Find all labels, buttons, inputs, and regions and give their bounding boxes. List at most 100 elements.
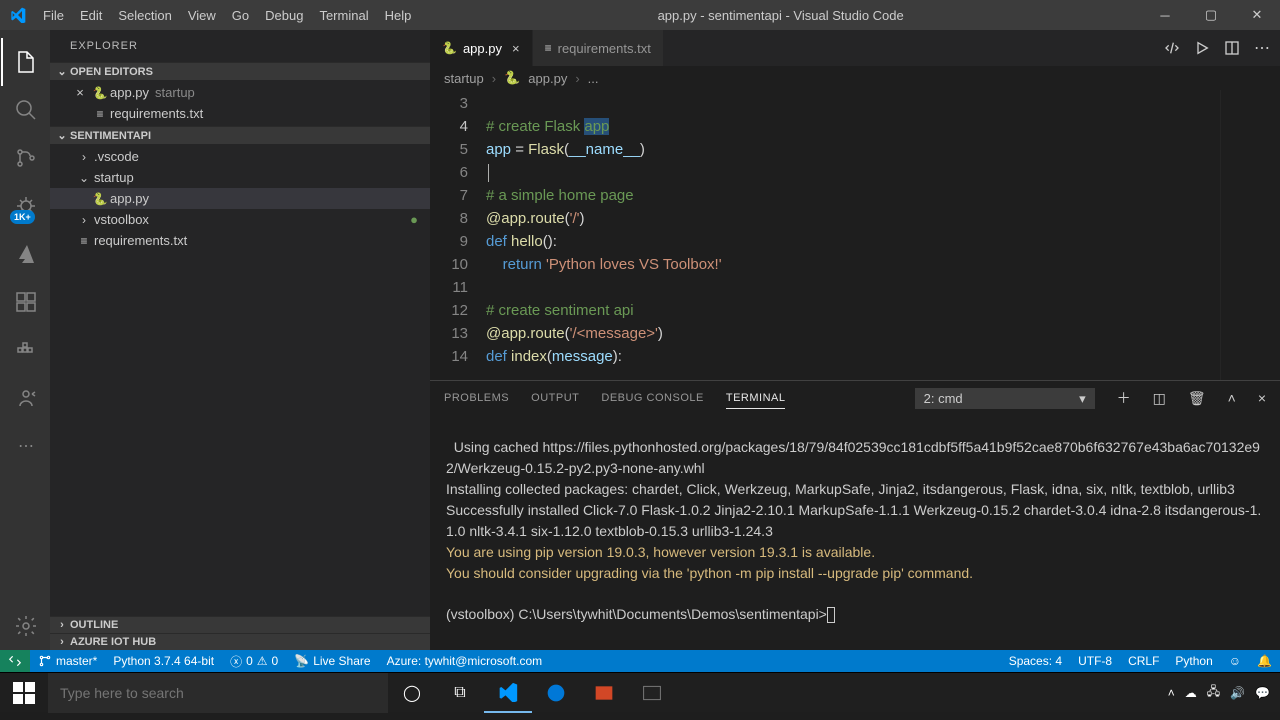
terminal-warning: You should consider upgrading via the 'p… [446,565,973,581]
terminal-output[interactable]: Using cached https://files.pythonhosted.… [430,415,1280,650]
chevron-right-icon: › [575,71,579,86]
menu-file[interactable]: File [35,8,72,23]
close-icon[interactable]: × [70,85,90,100]
minimap[interactable] [1220,90,1280,380]
code-editor[interactable]: 34567891011121314 # create Flask appapp … [430,90,1280,380]
windows-search-input[interactable] [48,673,388,713]
panel-tab-problems[interactable]: PROBLEMS [444,388,509,408]
azure-icon[interactable] [1,230,49,278]
tab-requirements[interactable]: ≡ requirements.txt [533,30,664,66]
git-branch[interactable]: master* [30,654,105,668]
extensions-icon[interactable] [1,278,49,326]
taskbar-powerpoint-icon[interactable] [580,673,628,713]
tab-bar: 🐍 app.py × ≡ requirements.txt ⋯ [430,30,1280,66]
open-editor-item[interactable]: ≡ requirements.txt [50,103,430,124]
file-item[interactable]: 🐍app.py [50,188,430,209]
terminal-cursor [827,607,835,623]
settings-gear-icon[interactable] [1,602,49,650]
terminal-line: Using cached https://files.pythonhosted.… [446,439,1260,476]
breadcrumb-segment[interactable]: startup [444,71,484,86]
scm-badge: 1K+ [10,210,35,224]
folder-item[interactable]: ⌄startup [50,167,430,188]
taskbar-cmd-icon[interactable] [628,673,676,713]
cortana-icon[interactable]: ◯ [388,673,436,713]
tree-item-label: .vscode [94,149,139,164]
folder-item[interactable]: ›.vscode [50,146,430,167]
panel-tab-debug-console[interactable]: DEBUG CONSOLE [601,388,703,408]
menu-debug[interactable]: Debug [257,8,311,23]
tree-item-label: vstoolbox [94,212,149,227]
tray-volume-icon[interactable]: 🔊 [1230,686,1245,700]
explorer-icon[interactable] [1,38,49,86]
indentation[interactable]: Spaces: 4 [1001,654,1070,668]
menu-go[interactable]: Go [224,8,257,23]
vscode-logo-icon [0,7,35,23]
workspace-header[interactable]: ⌄ SENTIMENTAPI [50,126,430,144]
split-terminal-icon[interactable]: ◫ [1153,390,1166,407]
file-item[interactable]: ≡requirements.txt [50,230,430,251]
menu-selection[interactable]: Selection [110,8,179,23]
menu-view[interactable]: View [180,8,224,23]
maximize-panel-icon[interactable]: ˄ [1228,390,1236,406]
split-editor-icon[interactable] [1224,40,1240,56]
notifications-icon[interactable]: 🔔 [1249,654,1280,668]
taskbar-edge-icon[interactable] [532,673,580,713]
code-lines[interactable]: # create Flask appapp = Flask(__name__)#… [486,90,1280,380]
more-icon[interactable]: ⋯ [1,422,49,470]
docker-icon[interactable] [1,326,49,374]
breadcrumb-segment[interactable]: ... [588,71,599,86]
tab-close-icon[interactable]: × [512,41,520,56]
terminal-select[interactable]: 2: cmd [915,388,1095,409]
source-control-icon[interactable] [1,134,49,182]
python-interpreter[interactable]: Python 3.7.4 64-bit [105,654,222,668]
tray-chevron-icon[interactable]: ˄ [1168,686,1175,700]
panel-tab-terminal[interactable]: TERMINAL [726,388,786,409]
run-icon[interactable] [1194,40,1210,56]
encoding[interactable]: UTF-8 [1070,654,1120,668]
menu-terminal[interactable]: Terminal [311,8,376,23]
tray-network-icon[interactable]: 🖧 [1207,682,1220,703]
tab-label: app.py [463,41,502,56]
open-editors-header[interactable]: ⌄ OPEN EDITORS [50,62,430,80]
open-editor-item[interactable]: × 🐍 app.py startup [50,82,430,103]
folder-item[interactable]: ›vstoolbox● [50,209,430,230]
window-minimize-button[interactable]: ─ [1142,0,1188,30]
azure-iot-header[interactable]: › AZURE IOT HUB [50,633,430,650]
live-share-status[interactable]: 📡 Live Share [286,654,378,668]
file-name: app.py [110,85,149,100]
taskbar-vscode-icon[interactable] [484,673,532,713]
python-file-icon: 🐍 [90,86,110,100]
outline-header[interactable]: › OUTLINE [50,616,430,633]
azure-account[interactable]: Azure: tywhit@microsoft.com [379,654,551,668]
tree-item-label: startup [94,170,134,185]
compare-changes-icon[interactable] [1164,40,1180,56]
file-name: requirements.txt [110,106,203,121]
workspace-label: SENTIMENTAPI [70,130,151,142]
feedback-icon[interactable]: ☺ [1221,654,1249,668]
kill-terminal-icon[interactable]: 🗑 [1188,390,1206,407]
new-terminal-icon[interactable]: ＋ [1117,388,1131,408]
tray-notifications-icon[interactable]: 💬 [1255,686,1270,700]
menu-edit[interactable]: Edit [72,8,110,23]
language-mode[interactable]: Python [1167,654,1220,668]
more-actions-icon[interactable]: ⋯ [1254,38,1270,58]
breadcrumb[interactable]: startup › 🐍 app.py › ... [430,66,1280,90]
modified-dot-icon: ● [410,212,418,227]
tray-onedrive-icon[interactable]: ☁ [1185,686,1197,700]
close-panel-icon[interactable]: × [1258,390,1266,406]
outline-label: OUTLINE [70,619,118,631]
remote-indicator[interactable] [0,650,30,672]
tab-app-py[interactable]: 🐍 app.py × [430,30,533,66]
panel-tab-output[interactable]: OUTPUT [531,388,579,408]
window-close-button[interactable]: ✕ [1234,0,1280,30]
window-maximize-button[interactable]: ▢ [1188,0,1234,30]
terminal-line: Successfully installed Click-7.0 Flask-1… [446,502,1261,539]
task-view-icon[interactable]: ⧉ [436,673,484,713]
start-button[interactable] [0,673,48,713]
search-icon[interactable] [1,86,49,134]
liveshare-icon[interactable] [1,374,49,422]
eol[interactable]: CRLF [1120,654,1167,668]
breadcrumb-segment[interactable]: app.py [528,71,567,86]
menu-help[interactable]: Help [377,8,420,23]
problems-count[interactable]: ⓧ 0 ⚠ 0 [222,653,286,670]
